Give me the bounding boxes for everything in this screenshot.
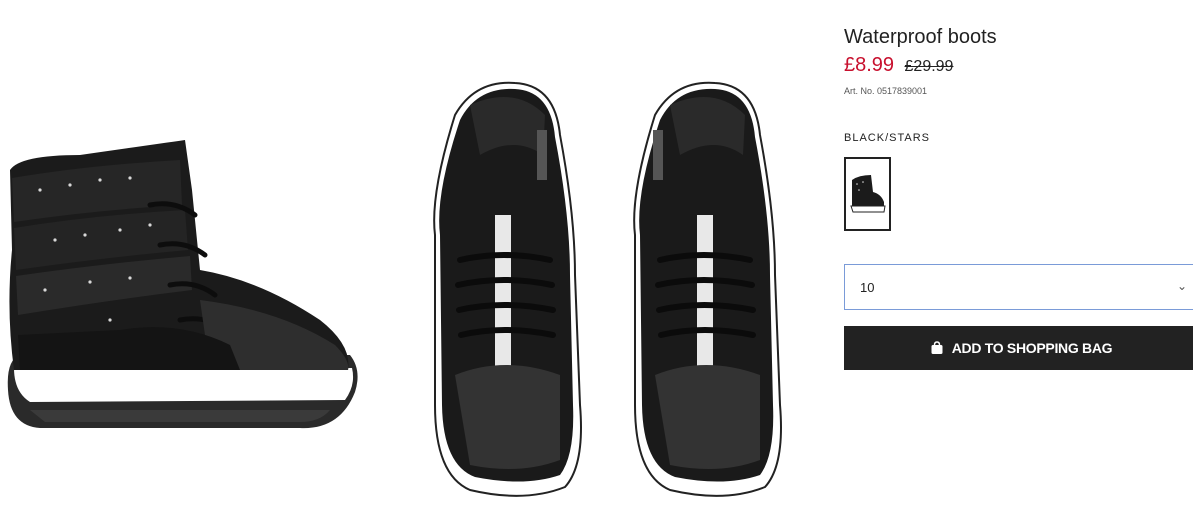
color-swatch-black-stars[interactable]: [844, 157, 891, 231]
add-to-bag-label: ADD TO SHOPPING BAG: [951, 340, 1113, 356]
article-number: Art. No. 0517839001: [844, 86, 928, 96]
selected-size: 10: [860, 280, 875, 295]
original-price: £29.99: [904, 58, 954, 75]
add-to-bag-button[interactable]: ADD TO SHOPPING BAG: [844, 326, 1193, 370]
product-title: Waterproof boots: [844, 26, 997, 48]
chevron-down-icon: ⌄: [1176, 279, 1187, 293]
product-image-top-view: [433, 81, 782, 497]
size-select[interactable]: 10 ⌄: [844, 264, 1193, 310]
color-label: BLACK/STARS: [844, 132, 930, 144]
price-row: £8.99 £29.99: [844, 54, 953, 77]
product-image-side-view: [7, 140, 358, 429]
swatch-thumbnail: [849, 175, 886, 213]
shopping-bag-icon: [931, 341, 943, 354]
sale-price: £8.99: [844, 54, 895, 76]
